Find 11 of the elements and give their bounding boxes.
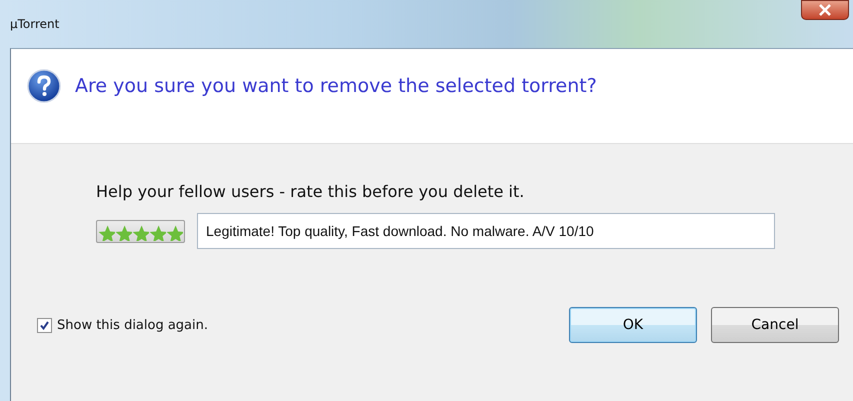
dialog-message: Are you sure you want to remove the selected torrent? <box>75 74 597 99</box>
rating-prompt: Help your fellow users - rate this before you delete it. <box>96 182 526 201</box>
checkbox-label: Show this dialog again. <box>57 318 208 332</box>
dialog-button[interactable]: Cancel <box>711 307 839 343</box>
comment-field[interactable]: Legitimate! Top quality, Fast download. No malware. A/V 10/10 <box>197 213 775 249</box>
window-title: µTorrent <box>10 17 60 31</box>
checkbox[interactable] <box>37 318 52 332</box>
close-icon <box>818 4 832 16</box>
dialog-button[interactable]: OK <box>569 307 697 343</box>
question-icon <box>27 69 61 103</box>
close-button[interactable] <box>801 0 849 20</box>
